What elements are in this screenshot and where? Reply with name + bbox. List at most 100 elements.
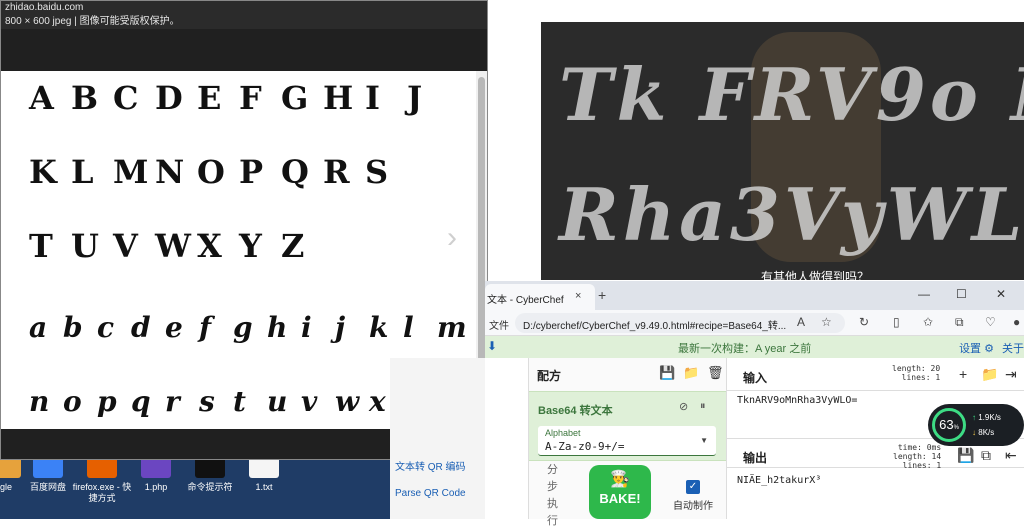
- load-recipe-icon[interactable]: 📁: [683, 365, 699, 381]
- update-notice: 最新一次构建：A year 之前: [678, 343, 812, 355]
- art-subtitle: 有其他人做得到吗？: [761, 270, 870, 280]
- glyph-A: A: [29, 79, 54, 117]
- glyph-B: B: [71, 79, 99, 117]
- glyph-O: O: [197, 153, 225, 191]
- glyph-s: s: [199, 385, 215, 418]
- desktop-icon-label: 百度网盘: [29, 482, 66, 492]
- pause-operation-icon[interactable]: ⏸: [700, 400, 706, 413]
- input-lines: lines: 1: [901, 373, 941, 382]
- replace-input-icon[interactable]: ⇤: [1005, 447, 1017, 464]
- percent-unit: %: [953, 425, 959, 431]
- read-aloud-icon[interactable]: A: [797, 315, 805, 329]
- open-file-icon[interactable]: 📁: [981, 366, 998, 383]
- glyph-U: U: [71, 227, 99, 265]
- input-header: 输入 length: 20 lines: 1 + 📁 ⇥: [727, 358, 1024, 391]
- save-recipe-icon[interactable]: 💾: [659, 365, 675, 381]
- autobake-label: 自动制作: [673, 501, 713, 512]
- tab-title: 文本 - CyberChef: [487, 295, 564, 306]
- favorites-icon[interactable]: ✩: [923, 315, 933, 329]
- download-arrow-icon: ↓: [972, 428, 976, 437]
- output-length: length: 14: [893, 452, 942, 461]
- percent-value: 63: [939, 417, 954, 432]
- operation-base64-to-text[interactable]: Base64 转文本 ⊘ ⏸ Alphabet A-Za-z0-9+/= ▼: [529, 391, 726, 461]
- cpu-percent-ring: 63%: [932, 408, 966, 442]
- output-lines: lines: 1: [902, 461, 942, 470]
- glyph-f: f: [199, 311, 212, 344]
- glyph-X: X: [197, 227, 222, 265]
- glyph-S: S: [365, 153, 389, 191]
- split-icon[interactable]: ▯: [893, 315, 900, 329]
- autobake-checkbox[interactable]: ✓: [686, 480, 700, 494]
- art-text-line2: Rha3VyWLO=: [559, 172, 1024, 257]
- tab-cyberchef[interactable]: 文本 - CyberChef ×: [485, 284, 595, 310]
- upload-unit: K/s: [989, 413, 1001, 422]
- operations-panel: 文本转 QR 编码 Parse QR Code: [390, 358, 485, 519]
- alphabet-value: A-Za-z0-9+/=: [545, 440, 625, 453]
- glyph-g: g: [233, 311, 253, 344]
- glyph-j: j: [335, 311, 346, 344]
- clear-recipe-icon[interactable]: 🗑: [707, 365, 724, 381]
- glyph-Q: Q: [281, 153, 309, 191]
- bake-label: BAKE!: [599, 491, 641, 506]
- recipe-panel: 配方 💾 📁 🗑 Base64 转文本 ⊘ ⏸ Alphabet A-Za-z0…: [528, 358, 727, 527]
- glyph-H: H: [323, 79, 354, 117]
- upload-value: 1.9: [978, 413, 990, 422]
- settings-link[interactable]: 设置 ⚙: [959, 340, 994, 356]
- glyph-d: d: [131, 311, 151, 344]
- viewer-header: zhidao.baidu.com 800 × 600 jpeg | 图像可能受版…: [1, 1, 487, 29]
- operation-link-text-to-qr[interactable]: 文本转 QR 编码: [395, 458, 466, 473]
- new-tab-icon[interactable]: +: [598, 287, 606, 303]
- settings-label: 设置: [959, 343, 982, 355]
- close-window-icon[interactable]: ✕: [996, 287, 1006, 301]
- uppercase-row-3: TUVWXYZ: [29, 227, 323, 265]
- output-text[interactable]: NIÄE_h2takurX³: [737, 475, 821, 486]
- chevron-down-icon: ▼: [700, 436, 708, 445]
- close-tab-icon[interactable]: ×: [575, 290, 581, 302]
- collections-icon[interactable]: ⧉: [955, 315, 964, 330]
- lowercase-row-1: abcdefghijklm: [29, 307, 471, 345]
- window-controls: — ☐ ✕: [904, 281, 1024, 310]
- input-textarea[interactable]: TknARV9oMnRha3VyWLO=: [737, 395, 857, 406]
- ascii-art-image: Tk FRV9o Mn Rha3VyWLO= 有其他人做得到吗？: [541, 22, 1024, 280]
- desktop-icon-label: 1.txt: [255, 482, 273, 492]
- open-folder-icon[interactable]: ⇥: [1005, 366, 1017, 383]
- glyph-K: K: [29, 153, 57, 191]
- next-image-arrow-icon[interactable]: ›: [447, 221, 457, 255]
- uppercase-row-1: ABCDEFGHIJ: [29, 79, 449, 117]
- maximize-icon[interactable]: ☐: [956, 287, 967, 301]
- minimize-icon[interactable]: —: [918, 287, 930, 301]
- glyph-i: i: [301, 311, 312, 344]
- glyph-F: F: [239, 79, 262, 117]
- art-text-line1: Tk FRV9o Mn: [559, 52, 1024, 137]
- glyph-L: L: [71, 153, 94, 191]
- disable-operation-icon[interactable]: ⊘: [679, 400, 688, 413]
- alphabet-label: Alphabet: [545, 428, 581, 438]
- add-input-icon[interactable]: +: [959, 366, 967, 382]
- bake-button[interactable]: 👨‍🍳 BAKE!: [589, 465, 651, 519]
- glyph-a: a: [29, 311, 48, 344]
- glyph-Z: Z: [281, 227, 305, 265]
- download-icon[interactable]: ⬇: [487, 339, 497, 353]
- step-button[interactable]: 分步执行: [547, 462, 563, 530]
- glyph-p: p: [97, 385, 117, 418]
- glyph-N: N: [155, 153, 185, 191]
- operation-link-parse-qr[interactable]: Parse QR Code: [395, 488, 466, 499]
- download-unit: K/s: [982, 428, 995, 437]
- alphabet-select[interactable]: Alphabet A-Za-z0-9+/= ▼: [538, 426, 716, 456]
- address-bar-row: 文件 D:/cyberchef/CyberChef_v9.49.0.html#r…: [485, 310, 1024, 336]
- glyph-m: m: [437, 311, 467, 344]
- file-scheme-label: 文件: [489, 321, 509, 332]
- glyph-v: v: [301, 385, 318, 418]
- glyph-u: u: [267, 385, 288, 418]
- address-bar[interactable]: D:/cyberchef/CyberChef_v9.49.0.html#reci…: [515, 313, 845, 333]
- favorite-icon[interactable]: ☆: [821, 315, 832, 329]
- about-link[interactable]: 关于: [1002, 340, 1024, 356]
- refresh-icon[interactable]: ↻: [859, 315, 869, 329]
- shield-icon[interactable]: ♡: [985, 315, 996, 329]
- copy-output-icon[interactable]: ⧉: [981, 447, 991, 464]
- source-url[interactable]: zhidao.baidu.com: [5, 1, 483, 15]
- download-rate: ↓ 8K/s: [972, 428, 994, 437]
- network-monitor-widget[interactable]: 63% ↑ 1.9K/s ↓ 8K/s: [928, 404, 1024, 446]
- save-output-icon[interactable]: 💾: [957, 447, 974, 464]
- profile-icon[interactable]: ●: [1013, 315, 1020, 329]
